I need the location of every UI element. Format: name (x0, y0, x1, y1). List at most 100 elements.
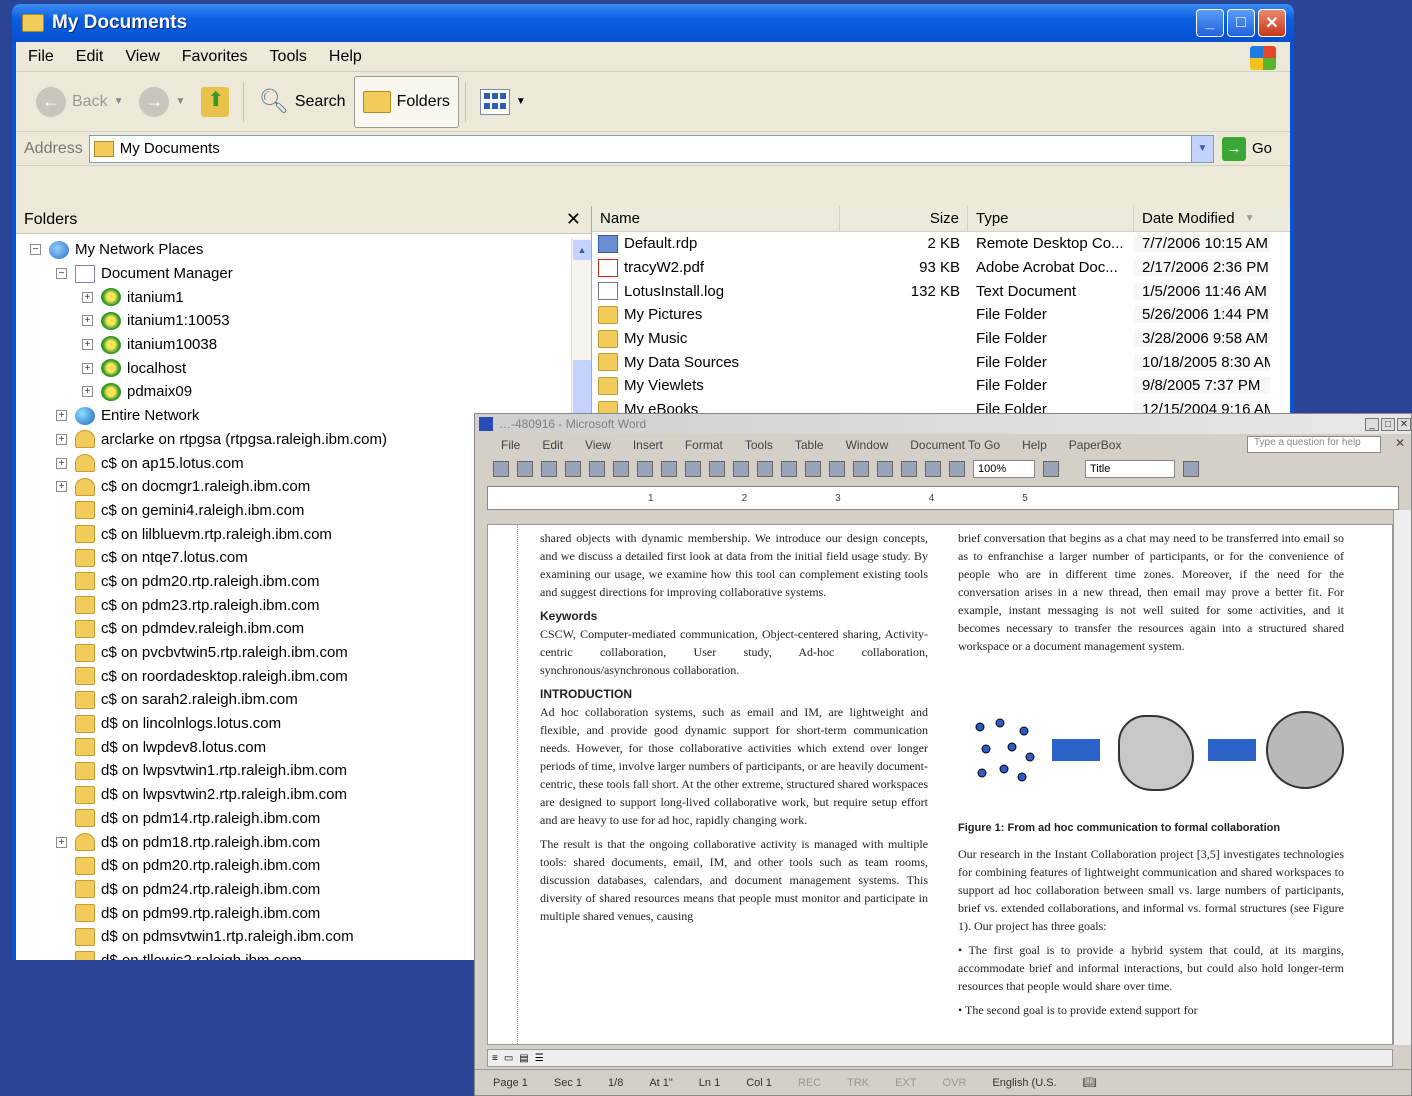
table-icon[interactable] (829, 461, 845, 477)
close-pane-icon[interactable]: ✕ (566, 209, 581, 230)
search-button[interactable]: 🔍︎ Search (250, 83, 353, 120)
word-menu-format[interactable]: Format (685, 438, 723, 452)
word-restore-button[interactable]: □ (1381, 417, 1395, 431)
print-layout-icon[interactable]: ▤ (519, 1053, 528, 1064)
word-menu-file[interactable]: File (501, 438, 520, 452)
word-menu-window[interactable]: Window (846, 438, 889, 452)
menu-help[interactable]: Help (329, 48, 362, 66)
file-row[interactable]: tracyW2.pdf 93 KB Adobe Acrobat Doc... 2/17… (592, 256, 1290, 280)
hyperlink-icon[interactable] (805, 461, 821, 477)
collapse-icon[interactable]: − (30, 244, 41, 256)
minimize-button[interactable]: _ (1196, 9, 1224, 37)
go-button[interactable]: → Go (1214, 136, 1290, 161)
save-icon[interactable] (541, 461, 557, 477)
undo-icon[interactable] (757, 461, 773, 477)
expand-icon[interactable]: + (56, 410, 67, 422)
file-row[interactable]: My Viewlets File Folder 9/8/2005 7:37 PM (592, 374, 1290, 398)
word-close-button[interactable]: ✕ (1397, 417, 1411, 431)
file-row[interactable]: My Music File Folder 3/28/2006 9:58 AM (592, 327, 1290, 351)
expand-icon[interactable]: + (56, 481, 67, 493)
document-map-icon[interactable] (925, 461, 941, 477)
expand-icon[interactable]: + (82, 386, 93, 398)
print-preview-icon[interactable] (613, 461, 629, 477)
status-ovr[interactable]: OVR (943, 1077, 967, 1089)
word-menu-edit[interactable]: Edit (542, 438, 563, 452)
expand-icon[interactable]: + (82, 362, 93, 374)
word-menu-table[interactable]: Table (795, 438, 824, 452)
folders-button[interactable]: Folders (353, 75, 459, 128)
normal-view-icon[interactable]: ≡ (492, 1053, 498, 1064)
status-ext[interactable]: EXT (895, 1077, 916, 1089)
columns-icon[interactable] (877, 461, 893, 477)
outline-view-icon[interactable]: ☰ (535, 1053, 544, 1064)
paste-icon[interactable] (709, 461, 725, 477)
word-menu-insert[interactable]: Insert (633, 438, 663, 452)
new-document-icon[interactable] (493, 461, 509, 477)
word-menu-view[interactable]: View (585, 438, 611, 452)
tree-item[interactable]: − My Network Places (16, 238, 571, 262)
column-date-modified[interactable]: Date Modified ▼ (1134, 206, 1270, 231)
menu-view[interactable]: View (125, 48, 159, 66)
zoom-select[interactable]: 100% (973, 460, 1035, 478)
views-button[interactable]: ▼ (472, 85, 534, 119)
file-row[interactable]: Default.rdp 2 KB Remote Desktop Co... 7/7/2… (592, 232, 1290, 256)
word-menu-help[interactable]: Help (1022, 438, 1047, 452)
cut-icon[interactable] (661, 461, 677, 477)
tree-item[interactable]: + localhost (16, 356, 571, 380)
status-rec[interactable]: REC (798, 1077, 821, 1089)
menu-tools[interactable]: Tools (270, 48, 307, 66)
scroll-up-icon[interactable]: ▲ (573, 240, 591, 260)
file-row[interactable]: LotusInstall.log 132 KB Text Document 1/5/2… (592, 279, 1290, 303)
redo-icon[interactable] (781, 461, 797, 477)
tree-item[interactable]: + itanium1:10053 (16, 309, 571, 333)
close-document-icon[interactable]: ✕ (1395, 436, 1405, 450)
help-icon[interactable] (1043, 461, 1059, 477)
tree-item[interactable]: + itanium1 (16, 285, 571, 309)
word-menu-tools[interactable]: Tools (745, 438, 773, 452)
show-hide-icon[interactable] (949, 461, 965, 477)
word-menu-paperbox[interactable]: PaperBox (1069, 438, 1122, 452)
forward-button[interactable]: → ▼ (131, 83, 193, 121)
format-painter-icon[interactable] (733, 461, 749, 477)
word-menu-document-to-go[interactable]: Document To Go (910, 438, 1000, 452)
collapse-icon[interactable]: − (56, 268, 67, 280)
document-page[interactable]: shared objects with dynamic membership. … (487, 524, 1393, 1045)
permission-icon[interactable] (565, 461, 581, 477)
expand-icon[interactable]: + (82, 315, 93, 327)
menu-edit[interactable]: Edit (76, 48, 104, 66)
menu-file[interactable]: File (28, 48, 54, 66)
back-button[interactable]: ← Back ▼ (28, 83, 131, 121)
column-name[interactable]: Name (592, 206, 840, 231)
close-button[interactable]: ✕ (1258, 9, 1286, 37)
column-size[interactable]: Size (840, 206, 968, 231)
word-titlebar[interactable]: …-480916 - Microsoft Word _ □ ✕ (475, 414, 1411, 434)
spelling-icon[interactable] (637, 461, 653, 477)
ask-question-input[interactable]: Type a question for help (1247, 436, 1381, 453)
word-minimize-button[interactable]: _ (1365, 417, 1379, 431)
status-trk[interactable]: TRK (847, 1077, 869, 1089)
print-icon[interactable] (589, 461, 605, 477)
expand-icon[interactable]: + (56, 836, 67, 848)
file-row[interactable]: My Data Sources File Folder 10/18/2005 8:3… (592, 350, 1290, 374)
tree-item[interactable]: + pdmaix09 (16, 380, 571, 404)
word-horizontal-scrollbar[interactable]: ≡ ▭ ▤ ☰ (487, 1049, 1393, 1067)
column-type[interactable]: Type (968, 206, 1134, 231)
insert-table-icon[interactable] (853, 461, 869, 477)
maximize-button[interactable]: □ (1227, 9, 1255, 37)
address-input[interactable]: My Documents ▼ (88, 134, 1214, 163)
up-folder-button[interactable] (193, 83, 237, 121)
horizontal-ruler[interactable]: 12345 (487, 486, 1399, 510)
file-row[interactable]: My Pictures File Folder 5/26/2006 1:44 PM (592, 303, 1290, 327)
menu-favorites[interactable]: Favorites (182, 48, 248, 66)
web-layout-icon[interactable]: ▭ (504, 1053, 513, 1064)
tree-item[interactable]: − Document Manager (16, 262, 571, 286)
expand-icon[interactable]: + (82, 291, 93, 303)
expand-icon[interactable]: + (56, 433, 67, 445)
open-icon[interactable] (517, 461, 533, 477)
copy-icon[interactable] (685, 461, 701, 477)
style-select[interactable]: Title (1085, 460, 1175, 478)
explorer-titlebar[interactable]: My Documents _ □ ✕ (12, 4, 1294, 42)
tree-item[interactable]: + itanium10038 (16, 333, 571, 357)
bullets-icon[interactable] (1183, 461, 1199, 477)
drawing-icon[interactable] (901, 461, 917, 477)
